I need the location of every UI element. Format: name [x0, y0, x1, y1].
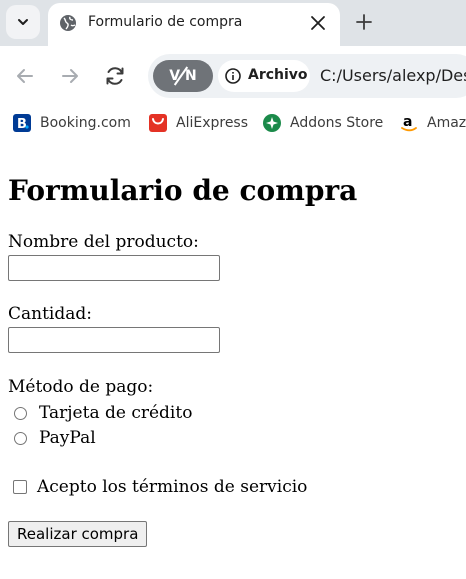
bookmark-label: AliExpress [176, 115, 249, 131]
payment-method-label: Método de pago: [8, 377, 154, 397]
svg-text:a: a [403, 114, 412, 130]
bookmark-label: Amaze [427, 115, 466, 131]
page-title: Formulario de compra [8, 174, 358, 207]
terms-checkbox[interactable] [13, 480, 27, 494]
back-button[interactable] [12, 63, 38, 89]
arrow-right-icon [62, 69, 78, 83]
arrow-left-icon [17, 69, 33, 83]
payment-option-credit-card[interactable]: Tarjeta de crédito [14, 402, 192, 424]
aliexpress-icon [149, 114, 167, 132]
tab-strip: Formulario de compra [0, 0, 466, 46]
chevron-down-icon [18, 19, 28, 25]
globe-icon [60, 15, 76, 31]
site-info-label: Archivo [248, 67, 308, 83]
submit-purchase-button[interactable]: Realizar compra [8, 521, 148, 547]
site-info-chip[interactable]: Archivo [218, 60, 310, 92]
paypal-label: PayPal [39, 428, 96, 448]
plus-icon [356, 14, 372, 30]
url-text[interactable]: C:/Users/alexp/Des [320, 66, 466, 85]
terms-row[interactable]: Acepto los términos de servicio [13, 476, 307, 498]
page-content: Formulario de compra Nombre del producto… [0, 140, 466, 579]
product-name-label: Nombre del producto: [8, 232, 199, 252]
close-icon [311, 16, 325, 30]
info-icon [225, 68, 241, 84]
address-bar[interactable]: V N Archivo C:/Users/alexp/Des [148, 54, 466, 98]
bookmark-addons-store[interactable]: Addons Store [262, 113, 383, 133]
bookmark-booking[interactable]: B Booking.com [12, 113, 131, 133]
vpn-button[interactable]: V N [153, 60, 213, 92]
product-name-input[interactable] [8, 255, 220, 281]
bookmark-label: Addons Store [290, 115, 384, 131]
quantity-label: Cantidad: [8, 304, 92, 324]
browser-toolbar: V N Archivo C:/Users/alexp/Des [0, 46, 466, 106]
paypal-radio[interactable] [14, 431, 27, 445]
svg-text:B: B [17, 117, 27, 132]
credit-card-label: Tarjeta de crédito [39, 403, 193, 423]
addons-store-icon [263, 114, 281, 132]
forward-button[interactable] [57, 63, 83, 89]
tab-search-button[interactable] [6, 5, 40, 39]
tab-title: Formulario de compra [88, 14, 243, 30]
amazon-icon: a [401, 114, 417, 132]
terms-label: Acepto los términos de servicio [37, 477, 308, 497]
new-tab-button[interactable] [352, 10, 376, 34]
reload-button[interactable] [102, 63, 128, 89]
credit-card-radio[interactable] [14, 406, 27, 420]
bookmark-aliexpress[interactable]: AliExpress [148, 113, 248, 133]
booking-icon: B [13, 114, 31, 132]
active-tab[interactable]: Formulario de compra [48, 3, 340, 46]
bookmark-label: Booking.com [40, 115, 131, 131]
payment-option-paypal[interactable]: PayPal [14, 427, 96, 449]
reload-icon [106, 67, 124, 85]
tab-close-button[interactable] [306, 11, 330, 35]
bookmarks-bar: B Booking.com AliExpress Addons Store a … [0, 106, 466, 140]
bookmark-amazon[interactable]: a Amaze [399, 113, 466, 133]
quantity-input[interactable] [8, 327, 220, 353]
